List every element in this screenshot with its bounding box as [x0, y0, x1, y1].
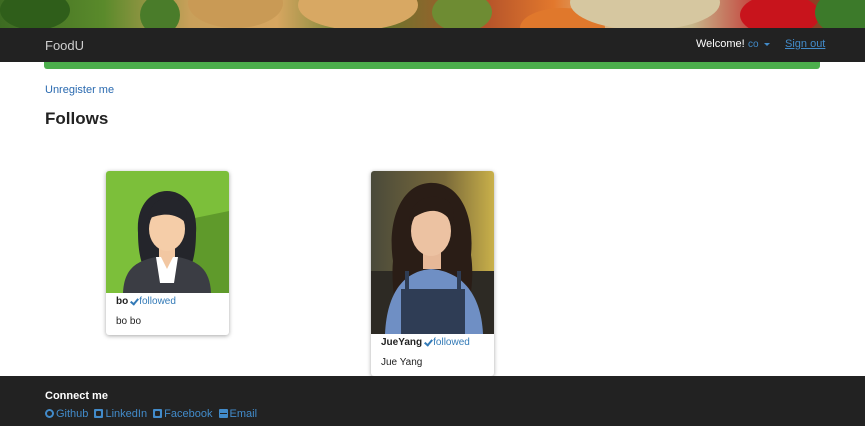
user-dropdown-label: co [748, 39, 759, 50]
followed-status[interactable]: followed [139, 296, 176, 307]
card-full-name: bo bo [116, 316, 142, 327]
email-link[interactable]: Email [218, 408, 258, 420]
facebook-link[interactable]: Facebook [153, 408, 212, 420]
linkedin-label: LinkedIn [105, 408, 148, 420]
unregister-link[interactable]: Unregister me [45, 84, 114, 96]
linkedin-link[interactable]: LinkedIn [94, 408, 147, 420]
github-icon [45, 409, 54, 418]
footer-title: Connect me [45, 390, 108, 402]
success-alert-bar [44, 62, 820, 69]
page-title: Follows [45, 109, 109, 128]
github-link[interactable]: Github [45, 408, 88, 420]
followed-status[interactable]: followed [433, 337, 470, 348]
follow-card[interactable]: JueYang followed Jue Yang [371, 171, 494, 376]
footer-links: Github LinkedIn Facebook Email [45, 408, 260, 420]
caret-down-icon [763, 42, 770, 46]
user-dropdown[interactable]: co [748, 39, 770, 50]
email-icon [218, 409, 228, 418]
welcome-text: Welcome! [696, 38, 745, 50]
site-footer: Connect me Github LinkedIn Facebook Emai… [0, 376, 865, 426]
card-name-row: bo followed [106, 293, 229, 309]
follow-card[interactable]: bo followed bo bo [106, 171, 229, 335]
avatar [106, 171, 229, 293]
card-username[interactable]: bo [116, 296, 128, 307]
email-label: Email [229, 408, 258, 420]
header-banner-image [0, 0, 865, 28]
sign-out-link[interactable]: Sign out [785, 38, 825, 50]
check-icon [130, 296, 140, 306]
facebook-icon [153, 409, 163, 418]
facebook-label: Facebook [164, 408, 213, 420]
brand-link[interactable]: FoodU [45, 38, 84, 53]
card-username[interactable]: JueYang [381, 337, 422, 348]
avatar [371, 171, 494, 334]
check-icon [424, 337, 434, 347]
card-name-row: JueYang followed [371, 334, 494, 350]
linkedin-icon [94, 409, 104, 418]
card-full-name: Jue Yang [381, 357, 423, 368]
github-label: Github [56, 408, 89, 420]
top-navbar: FoodU Welcome! co Sign out [0, 28, 865, 62]
